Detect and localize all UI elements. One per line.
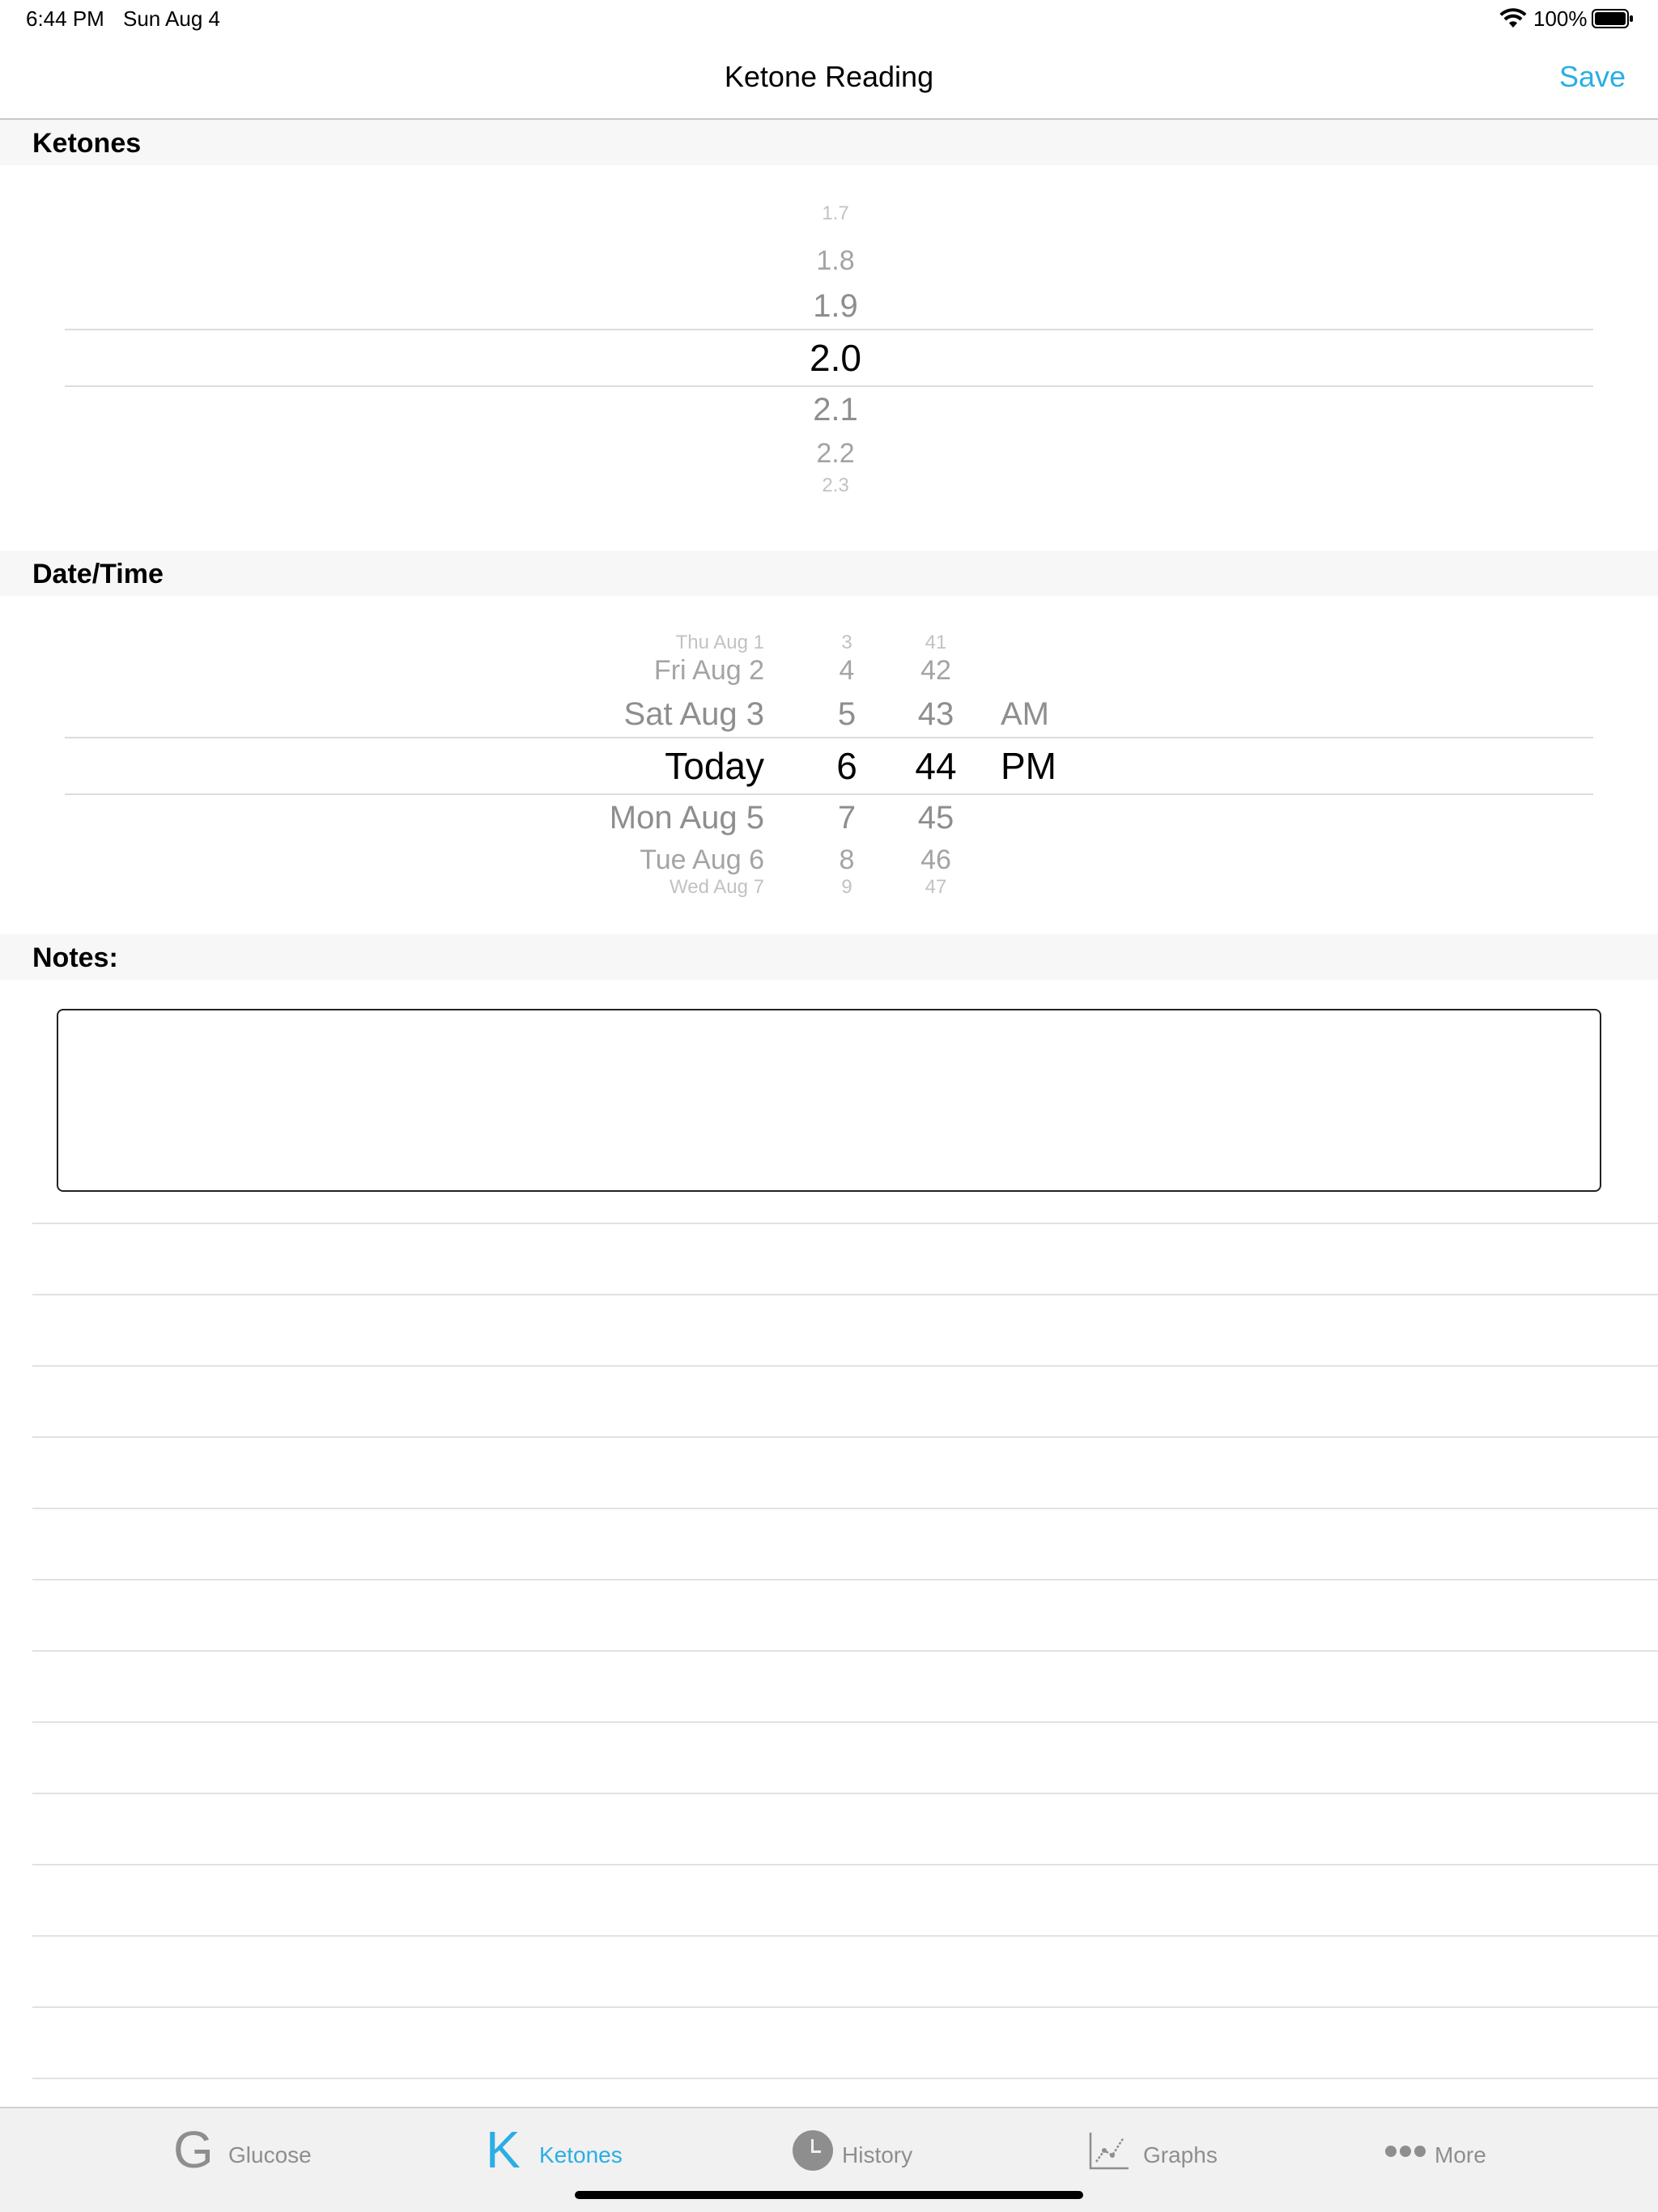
tab-ketones[interactable]: K Ketones [483, 2108, 628, 2189]
notes-section-title: Notes: [32, 942, 118, 973]
row-separator [32, 2078, 1658, 2079]
battery-percentage: 100% [1533, 6, 1588, 31]
tab-label: Ketones [539, 2142, 623, 2167]
save-button[interactable]: Save [1559, 60, 1626, 94]
home-indicator [575, 2191, 1083, 2199]
row-separator [32, 1935, 1658, 1937]
clock-icon [793, 2130, 833, 2171]
row-separator [32, 2006, 1658, 2008]
navigation-bar: Ketone Reading Save [0, 39, 1658, 120]
wifi-icon [1499, 8, 1527, 28]
ketones-k-icon: K [486, 2121, 521, 2179]
ketones-section-title: Ketones [32, 128, 142, 159]
row-separator [32, 1864, 1658, 1865]
tab-more[interactable]: More [1383, 2108, 1528, 2189]
row-separator [32, 1650, 1658, 1652]
status-bar: 6:44 PM Sun Aug 4 100% [0, 0, 1658, 39]
row-separator [32, 1579, 1658, 1580]
datetime-picker[interactable]: Thu Aug 1 Fri Aug 2 Sat Aug 3 Today Mon Aug … [0, 596, 1658, 934]
row-separator [32, 1721, 1658, 1723]
tab-label: History [842, 2142, 913, 2167]
tab-label: Glucose [228, 2142, 312, 2167]
picker-selection-line-bottom [65, 793, 1593, 795]
tab-graphs[interactable]: Graphs [1086, 2108, 1232, 2189]
line-graph-icon [1089, 2133, 1129, 2170]
row-separator [32, 1294, 1658, 1295]
battery-icon [1592, 9, 1633, 28]
tab-glucose[interactable]: G Glucose [170, 2108, 316, 2189]
row-separator [32, 1436, 1658, 1438]
notes-section-header: Notes: [0, 934, 1658, 980]
tab-history[interactable]: History [789, 2108, 934, 2189]
picker-selection-line-top [65, 329, 1593, 330]
ketone-value-picker[interactable]: 1.7 1.8 1.9 2.0 2.1 2.2 2.3 [0, 165, 1658, 551]
picker-selection-line-top [65, 737, 1593, 738]
datetime-section-header: Date/Time [0, 551, 1658, 596]
row-separator [32, 1223, 1658, 1224]
page-title: Ketone Reading [724, 60, 934, 93]
more-dots-icon [1385, 2146, 1426, 2157]
tab-label: More [1435, 2142, 1486, 2167]
status-time: 6:44 PM [26, 6, 104, 31]
row-separator [32, 1508, 1658, 1509]
tab-label: Graphs [1143, 2142, 1218, 2167]
picker-selection-line-bottom [65, 385, 1593, 387]
row-separator [32, 1365, 1658, 1367]
row-separator [32, 1793, 1658, 1794]
ketones-section-header: Ketones [0, 120, 1658, 165]
datetime-section-title: Date/Time [32, 559, 164, 589]
glucose-g-icon: G [173, 2121, 214, 2179]
status-date: Sun Aug 4 [123, 6, 220, 31]
notes-text-field[interactable] [57, 1009, 1601, 1192]
